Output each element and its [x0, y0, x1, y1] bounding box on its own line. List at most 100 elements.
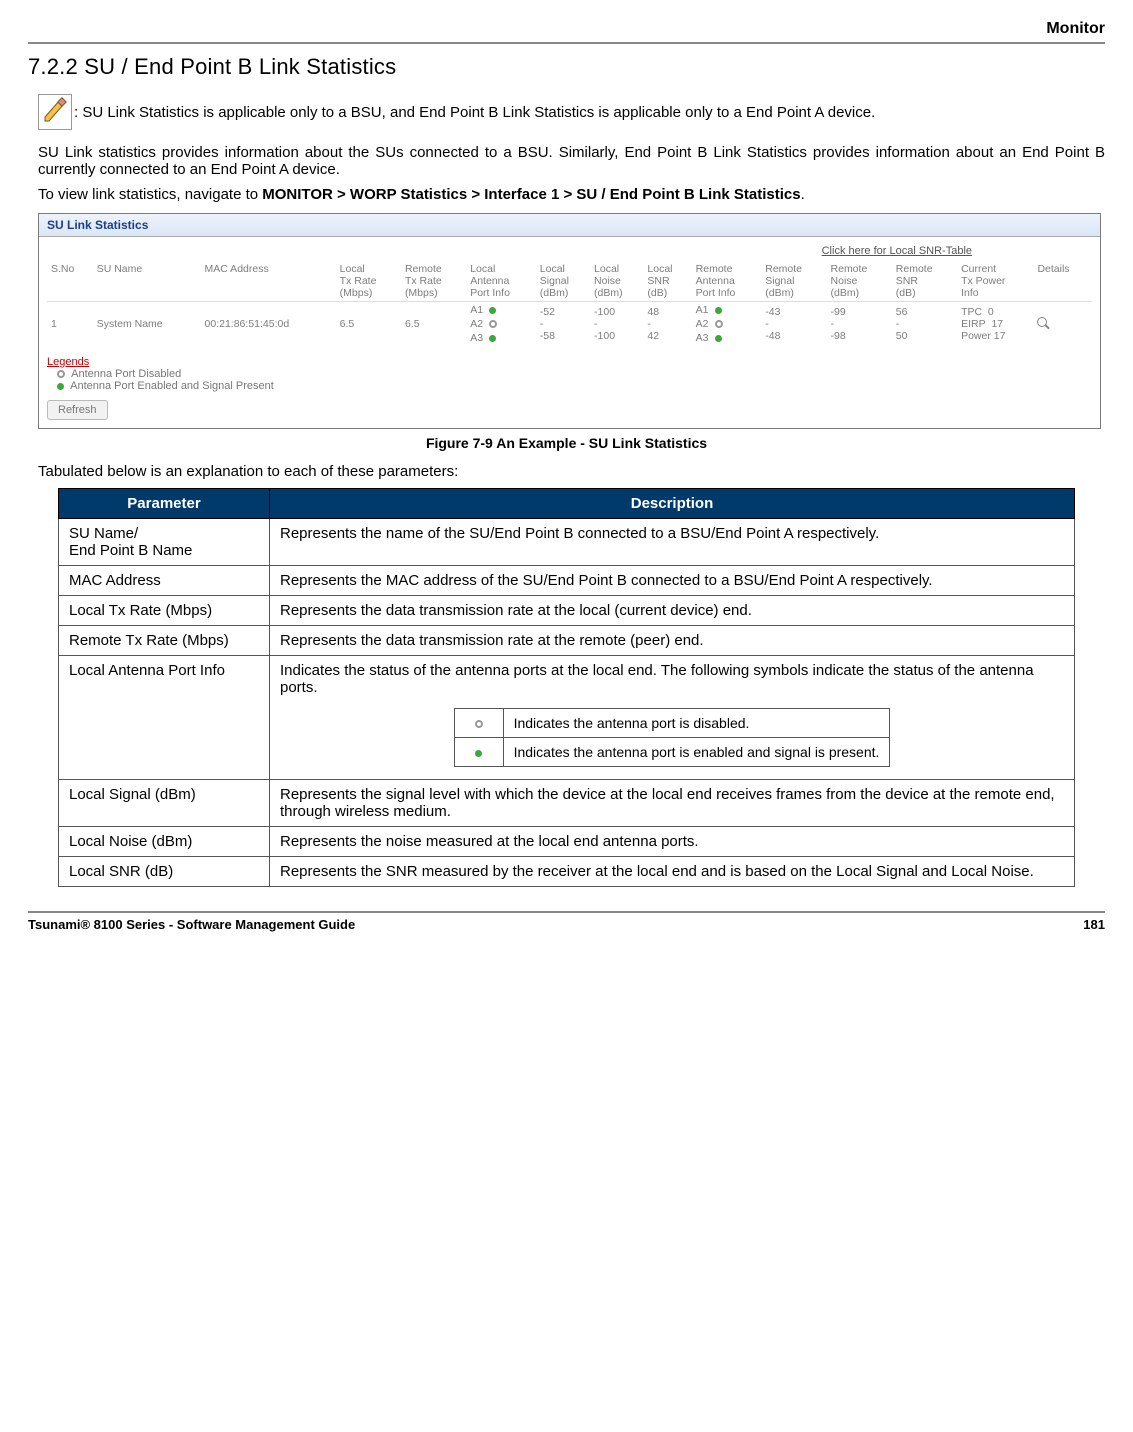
val: -52 — [540, 306, 586, 318]
dot-green-icon — [489, 335, 496, 342]
page-header-section: Monitor — [28, 20, 1105, 38]
cell-local-ports: A1 A2 A3 — [466, 302, 536, 347]
magnify-icon[interactable] — [1037, 317, 1049, 329]
panel-title: SU Link Statistics — [39, 214, 1100, 237]
table-row: SU Name/ End Point B Name Represents the… — [59, 519, 1075, 566]
port-label: A3 — [470, 331, 483, 345]
param-desc: Represents the signal level with which t… — [270, 780, 1075, 827]
col-tx-power: CurrentTx PowerInfo — [957, 261, 1033, 302]
table-row: 1 System Name 00:21:86:51:45:0d 6.5 6.5 … — [47, 302, 1092, 347]
val: -100 — [594, 306, 639, 318]
val: -99 — [831, 306, 888, 318]
col-remote-noise: RemoteNoise(dBm) — [827, 261, 892, 302]
param-desc: Indicates the status of the antenna port… — [270, 656, 1075, 780]
cell-sno: 1 — [47, 302, 93, 347]
col-remote-snr: RemoteSNR(dB) — [892, 261, 957, 302]
cell-local-tx: 6.5 — [336, 302, 401, 347]
param-name: Local Noise (dBm) — [59, 827, 270, 857]
cell-remote-ports: A1 A2 A3 — [692, 302, 762, 347]
footer-rule — [28, 911, 1105, 913]
param-desc: Represents the data transmission rate at… — [270, 596, 1075, 626]
section-heading: 7.2.2 SU / End Point B Link Statistics — [28, 54, 1105, 80]
col-mac: MAC Address — [201, 261, 336, 302]
val: 42 — [647, 330, 687, 342]
col-local-port: LocalAntennaPort Info — [466, 261, 536, 302]
mini-text: Indicates the antenna port is enabled an… — [503, 738, 890, 767]
nav-prefix: To view link statistics, navigate to — [38, 186, 262, 203]
val: 48 — [647, 306, 687, 318]
port-label: A1 — [696, 303, 709, 317]
dot-grey-icon — [475, 720, 483, 728]
refresh-button[interactable]: Refresh — [47, 400, 108, 420]
col-local-noise: LocalNoise(dBm) — [590, 261, 643, 302]
param-desc: Represents the data transmission rate at… — [270, 626, 1075, 656]
val: - — [647, 318, 687, 330]
param-desc: Represents the MAC address of the SU/End… — [270, 566, 1075, 596]
val: - — [594, 318, 639, 330]
page-footer: Tsunami® 8100 Series - Software Manageme… — [28, 917, 1105, 932]
legends-header: Legends — [47, 356, 1092, 368]
table-row: Local Antenna Port Info Indicates the st… — [59, 656, 1075, 780]
param-desc: Represents the name of the SU/End Point … — [270, 519, 1075, 566]
cell-remote-tx: 6.5 — [401, 302, 466, 347]
val: - — [896, 318, 953, 330]
th-parameter: Parameter — [59, 489, 270, 519]
dot-green-icon — [475, 750, 482, 757]
nav-path: MONITOR > WORP Statistics > Interface 1 … — [262, 186, 800, 203]
table-row: Remote Tx Rate (Mbps) Represents the dat… — [59, 626, 1075, 656]
dot-green-icon — [715, 335, 722, 342]
header-rule — [28, 42, 1105, 44]
val: - — [540, 318, 586, 330]
tx-val: 17 — [991, 318, 1003, 330]
col-su-name: SU Name — [93, 261, 201, 302]
cell-su-name: System Name — [93, 302, 201, 347]
port-label: A2 — [696, 317, 709, 331]
col-sno: S.No — [47, 261, 93, 302]
param-name: Local Signal (dBm) — [59, 780, 270, 827]
cell-txpower: TPC 0 EIRP 17 Power 17 — [957, 302, 1033, 347]
param-desc: Represents the noise measured at the loc… — [270, 827, 1075, 857]
legend-text: Antenna Port Disabled — [71, 368, 181, 380]
cell-remote-noise: -99 - -98 — [827, 302, 892, 347]
mini-icon — [454, 738, 503, 767]
legend-disabled: Antenna Port Disabled — [57, 368, 1092, 380]
col-details: Details — [1033, 261, 1092, 302]
col-remote-port: RemoteAntennaPort Info — [692, 261, 762, 302]
note-row: : SU Link Statistics is applicable only … — [38, 94, 1105, 130]
th-description: Description — [270, 489, 1075, 519]
val: -48 — [765, 330, 822, 342]
dot-green-icon — [715, 307, 722, 314]
param-name: Local Antenna Port Info — [59, 656, 270, 780]
tx-key: Power — [961, 330, 991, 342]
antenna-status-subtable: Indicates the antenna port is disabled. … — [454, 708, 891, 767]
stats-table: S.No SU Name MAC Address LocalTx Rate(Mb… — [47, 261, 1092, 346]
dot-grey-icon — [715, 320, 723, 328]
legend-text: Antenna Port Enabled and Signal Present — [70, 380, 274, 392]
col-remote-signal: RemoteSignal(dBm) — [761, 261, 826, 302]
cell-local-signal: -52 - -58 — [536, 302, 590, 347]
nav-suffix: . — [801, 186, 805, 203]
table-row: Local SNR (dB) Represents the SNR measur… — [59, 857, 1075, 887]
cell-local-snr: 48 - 42 — [643, 302, 691, 347]
cell-remote-signal: -43 - -48 — [761, 302, 826, 347]
pencil-icon — [38, 94, 72, 130]
port-label: A1 — [470, 303, 483, 317]
paragraph-1: SU Link statistics provides information … — [38, 144, 1105, 178]
port-label: A2 — [470, 317, 483, 331]
parameters-table: Parameter Description SU Name/ End Point… — [58, 488, 1075, 887]
local-snr-table-link[interactable]: Click here for Local SNR-Table — [47, 245, 972, 257]
legend-enabled: Antenna Port Enabled and Signal Present — [57, 380, 1092, 392]
param-name: Local Tx Rate (Mbps) — [59, 596, 270, 626]
tx-val: 17 — [994, 330, 1006, 342]
col-remote-tx: RemoteTx Rate(Mbps) — [401, 261, 466, 302]
val: -58 — [540, 330, 586, 342]
dot-green-icon — [489, 307, 496, 314]
cell-details[interactable] — [1033, 302, 1092, 347]
tx-key: TPC — [961, 306, 982, 318]
mini-icon — [454, 709, 503, 738]
cell-local-noise: -100 - -100 — [590, 302, 643, 347]
param-desc: Represents the SNR measured by the recei… — [270, 857, 1075, 887]
param-name: Local SNR (dB) — [59, 857, 270, 887]
val: -100 — [594, 330, 639, 342]
desc-intro: Indicates the status of the antenna port… — [280, 662, 1064, 696]
